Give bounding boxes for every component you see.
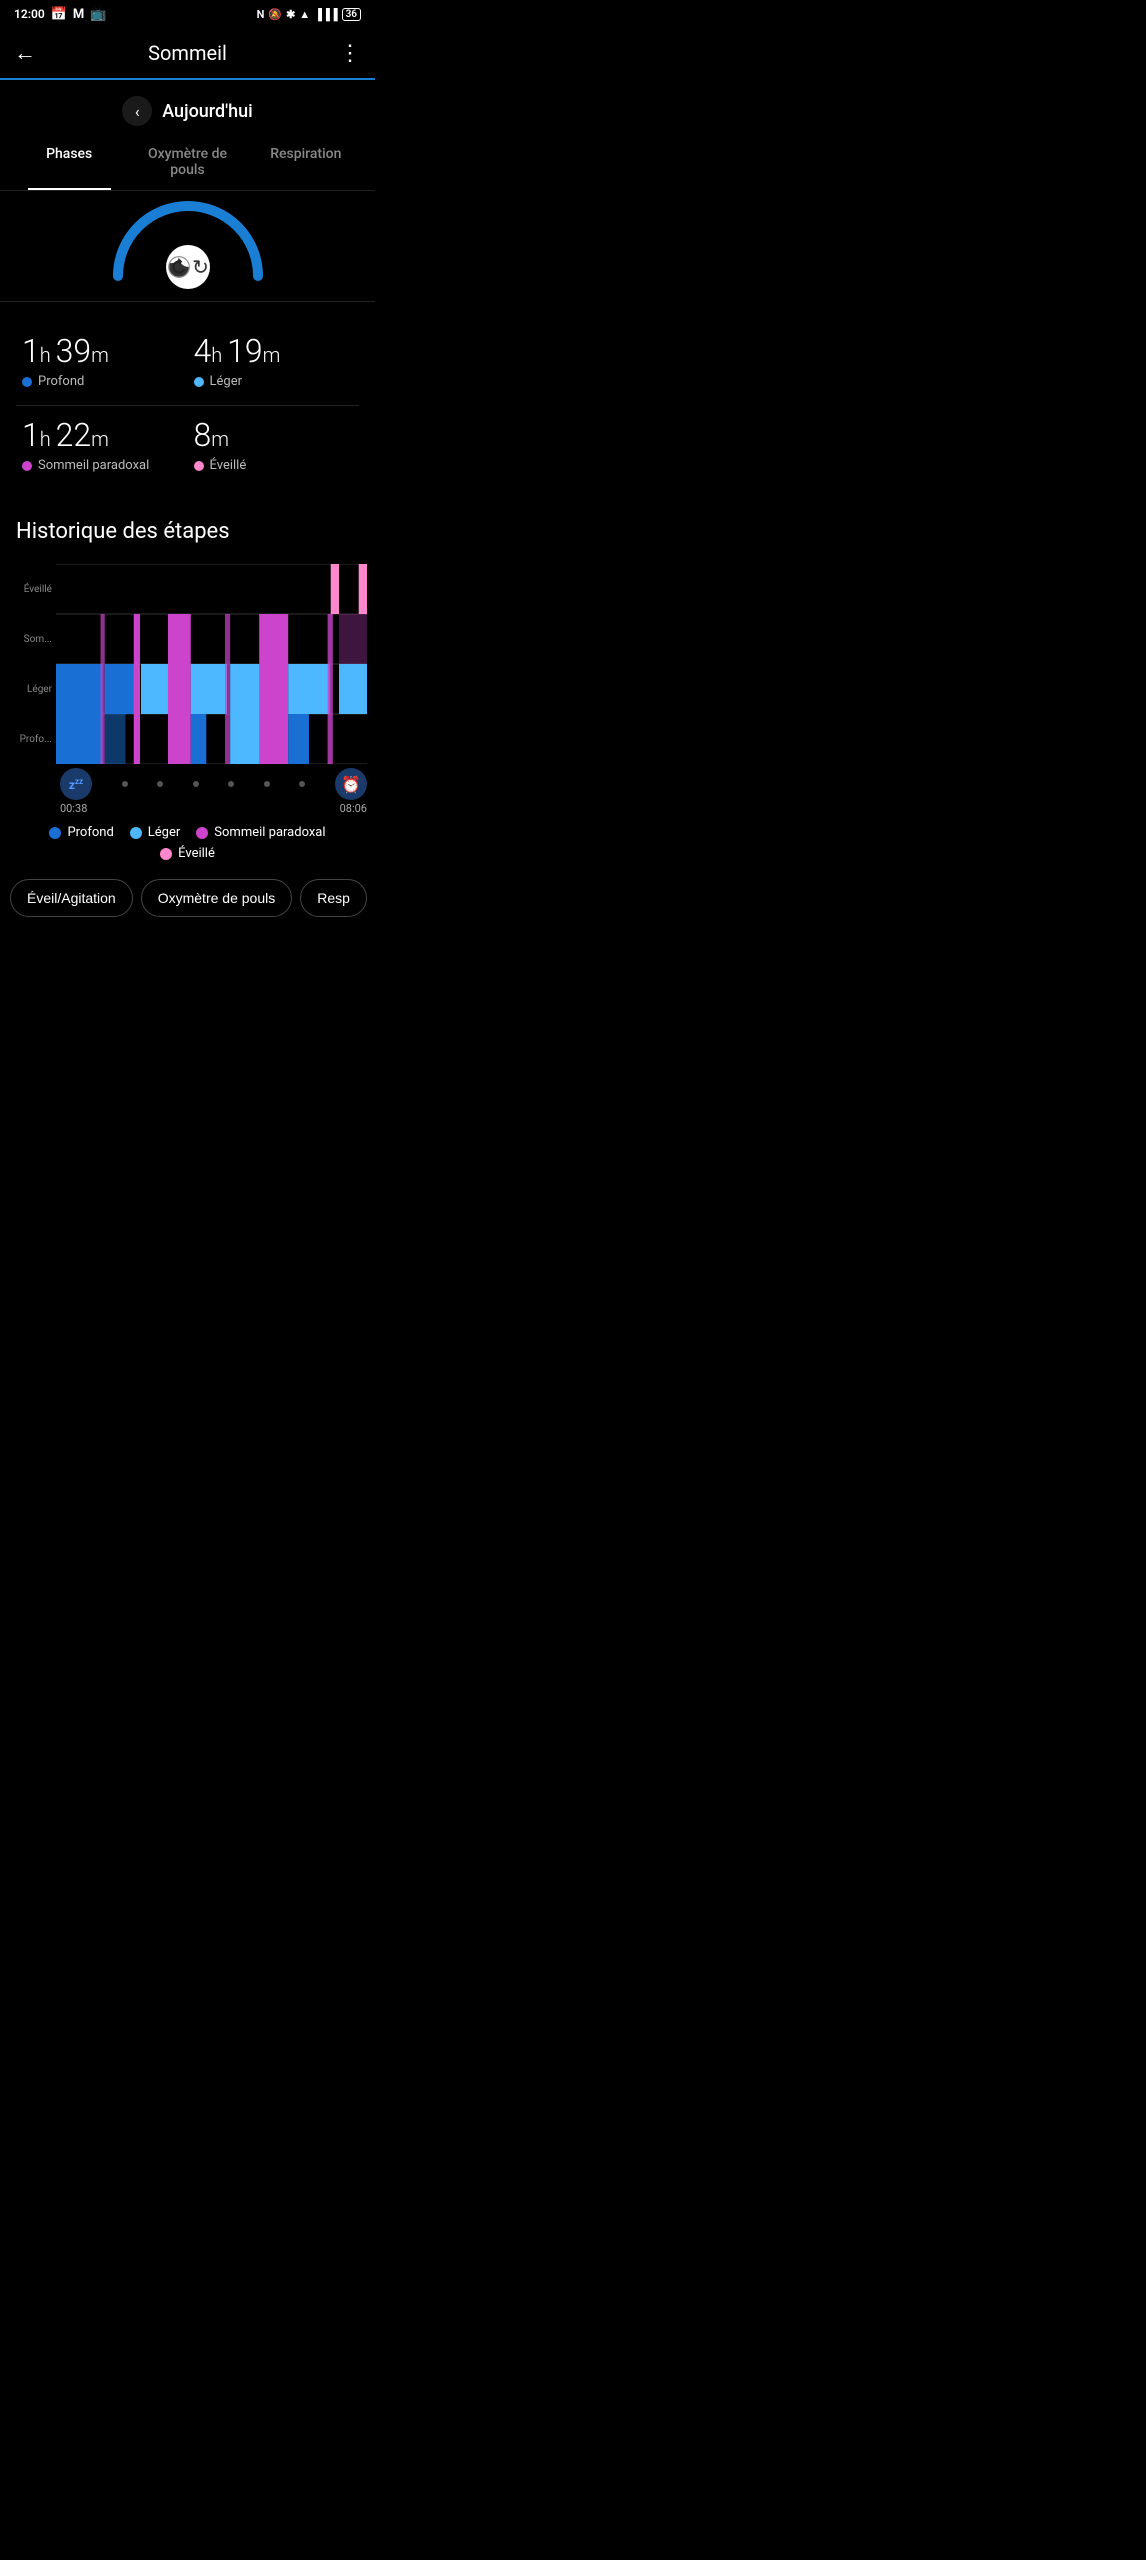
historique-title: Historique des étapes	[0, 499, 375, 554]
ylabel-eveille: Éveillé	[8, 564, 52, 614]
legend-leger: Léger	[130, 825, 181, 840]
stat-profond-time: 1h 39m	[22, 332, 182, 370]
sleep-stats-grid: 1h 39m Profond 4h 19m Léger 1h 22m Somme…	[0, 302, 375, 499]
leger-dot	[194, 377, 204, 387]
status-bt-icon: ✱	[286, 8, 295, 21]
sleep-arc-container: ↻	[0, 191, 375, 271]
sleep-chart-svg	[56, 564, 367, 764]
page-title: Sommeil	[36, 41, 339, 65]
tab-phases[interactable]: Phases	[10, 134, 128, 190]
tab-oxymetre[interactable]: Oxymètre de pouls	[128, 134, 246, 190]
sleep-center-icon: ↻	[166, 245, 210, 289]
eveille-dot	[194, 461, 204, 471]
paradoxal-dot	[22, 461, 32, 471]
date-navigation: ‹ Aujourd'hui	[0, 80, 375, 134]
chevron-left-icon: ‹	[135, 102, 140, 121]
status-m-icon: M	[73, 7, 84, 22]
ylabel-som: Som...	[8, 614, 52, 664]
stat-profond-label: Profond	[22, 374, 182, 389]
app-header: ← Sommeil ⋮	[0, 28, 375, 80]
stat-leger-time: 4h 19m	[194, 332, 354, 370]
legend-leger-dot	[130, 827, 142, 839]
chart-wrapper: Éveillé Som... Léger Profo...	[8, 564, 367, 764]
btn-oxymetre[interactable]: Oxymètre de pouls	[141, 879, 293, 917]
legend-eveille-dot	[160, 848, 172, 860]
legend-eveille: Éveillé	[160, 846, 215, 861]
tab-bar: Phases Oxymètre de pouls Respiration	[0, 134, 375, 191]
back-button[interactable]: ←	[14, 40, 36, 66]
timeline-dot-1	[122, 781, 128, 787]
stat-paradoxal: 1h 22m Sommeil paradoxal	[16, 406, 188, 489]
status-nfc-icon: N	[257, 8, 265, 21]
status-left: 12:00 📅 M 📺	[14, 7, 106, 22]
stat-paradoxal-label: Sommeil paradoxal	[22, 458, 182, 473]
chart-time-labels: 00:38 08:06	[60, 802, 367, 815]
chart-start-time: 00:38	[60, 802, 87, 815]
legend-paradoxal: Sommeil paradoxal	[196, 825, 325, 840]
status-bar: 12:00 📅 M 📺 N 🔕 ✱ ▲ ▐▐▐ 36	[0, 0, 375, 28]
sleep-start-icon: zzz	[60, 768, 92, 800]
timeline-dot-6	[299, 781, 305, 787]
chart-y-labels: Éveillé Som... Léger Profo...	[8, 564, 56, 764]
ylabel-leger: Léger	[8, 664, 52, 714]
more-menu-button[interactable]: ⋮	[339, 41, 361, 66]
status-right: N 🔕 ✱ ▲ ▐▐▐ 36	[257, 8, 361, 21]
timeline-dot-2	[157, 781, 163, 787]
timeline-dot-5	[264, 781, 270, 787]
status-time: 12:00	[14, 7, 45, 21]
legend-profond-dot	[49, 827, 61, 839]
legend-profond: Profond	[49, 825, 113, 840]
stat-leger: 4h 19m Léger	[188, 322, 360, 406]
legend-paradoxal-dot	[196, 827, 208, 839]
sleep-chart-area: Éveillé Som... Léger Profo...	[0, 554, 375, 815]
status-signal-icon: ▐▐▐	[314, 8, 337, 21]
bottom-actions: Éveil/Agitation Oxymètre de pouls Resp	[0, 869, 375, 937]
profond-dot	[22, 377, 32, 387]
status-calendar-icon: 📅	[51, 7, 67, 22]
status-wifi-icon: ▲	[299, 8, 310, 21]
status-battery: 36	[342, 8, 361, 21]
tab-respiration[interactable]: Respiration	[247, 134, 365, 190]
stat-profond: 1h 39m Profond	[16, 322, 188, 406]
timeline-row: zzz ⏰ 00:38 08:06	[8, 768, 367, 815]
timeline-dot-3	[193, 781, 199, 787]
date-label: Aujourd'hui	[162, 101, 253, 122]
sleep-end-icon: ⏰	[335, 768, 367, 800]
status-twitch-icon: 📺	[90, 7, 106, 22]
ylabel-profo: Profo...	[8, 714, 52, 764]
stat-eveille-time: 8m	[194, 416, 354, 454]
status-mute-icon: 🔕	[268, 8, 282, 21]
chart-end-time: 08:06	[340, 802, 367, 815]
btn-resp[interactable]: Resp	[300, 879, 367, 917]
stat-eveille: 8m Éveillé	[188, 406, 360, 489]
stat-eveille-label: Éveillé	[194, 458, 354, 473]
timeline-dot-4	[228, 781, 234, 787]
date-prev-button[interactable]: ‹	[122, 96, 152, 126]
legend-area: Profond Léger Sommeil paradoxal Éveillé	[0, 815, 375, 869]
stat-paradoxal-time: 1h 22m	[22, 416, 182, 454]
stat-leger-label: Léger	[194, 374, 354, 389]
btn-eveil-agitation[interactable]: Éveil/Agitation	[10, 879, 133, 917]
chart-body	[56, 564, 367, 764]
